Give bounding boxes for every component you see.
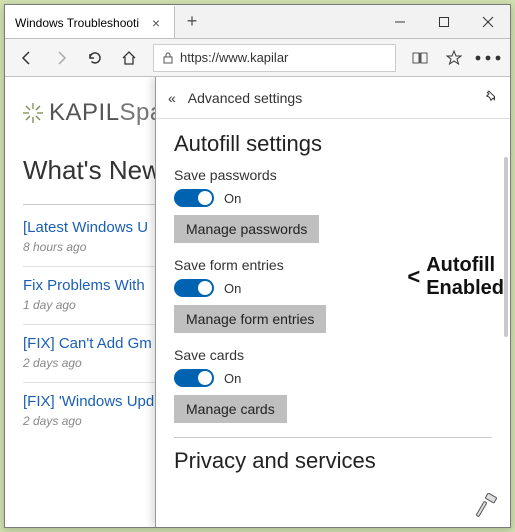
- minimize-button[interactable]: [378, 5, 422, 38]
- address-bar[interactable]: https://www.kapilar: [153, 44, 396, 72]
- tab-title: Windows Troubleshooti: [15, 16, 139, 30]
- setting-save-cards: Save cards On Manage cards: [174, 347, 492, 423]
- divider: [174, 437, 492, 438]
- annotation-label: < Autofill Enabled: [407, 254, 504, 300]
- section-heading: Privacy and services: [174, 448, 492, 474]
- maximize-button[interactable]: [422, 5, 466, 38]
- setting-save-passwords: Save passwords On Manage passwords: [174, 167, 492, 243]
- content-area: KAPILSpark What's New [Latest Windows U …: [5, 77, 510, 527]
- toggle-save-cards[interactable]: [174, 369, 214, 387]
- toggle-state: On: [224, 281, 241, 296]
- annotation-text: Autofill Enabled: [426, 254, 504, 300]
- setting-label: Save passwords: [174, 167, 492, 183]
- panel-title: Advanced settings: [188, 90, 302, 106]
- back-chevron-icon[interactable]: «: [168, 90, 176, 106]
- logo-icon: [23, 103, 43, 123]
- close-tab-icon[interactable]: ×: [148, 15, 164, 31]
- manage-cards-button[interactable]: Manage cards: [174, 395, 287, 423]
- settings-panel: « Advanced settings Autofill settings Sa…: [155, 77, 510, 527]
- home-button[interactable]: [113, 42, 145, 74]
- toggle-state: On: [224, 371, 241, 386]
- url-text: https://www.kapilar: [180, 50, 288, 65]
- close-window-button[interactable]: [466, 5, 510, 38]
- refresh-button[interactable]: [79, 42, 111, 74]
- toggle-save-passwords[interactable]: [174, 189, 214, 207]
- manage-passwords-button[interactable]: Manage passwords: [174, 215, 319, 243]
- arrow-left-icon: <: [407, 264, 420, 289]
- more-button[interactable]: [472, 42, 504, 74]
- title-bar: Windows Troubleshooti × +: [5, 5, 510, 39]
- pin-icon[interactable]: [484, 89, 498, 106]
- nav-bar: https://www.kapilar: [5, 39, 510, 77]
- forward-button[interactable]: [45, 42, 77, 74]
- back-button[interactable]: [11, 42, 43, 74]
- watermark-icon: [474, 493, 502, 521]
- toggle-save-form-entries[interactable]: [174, 279, 214, 297]
- browser-window: Windows Troubleshooti × + https:/: [4, 4, 511, 528]
- section-heading: Autofill settings: [174, 131, 492, 157]
- reading-view-button[interactable]: [404, 42, 436, 74]
- panel-header: « Advanced settings: [156, 77, 510, 119]
- panel-body: Autofill settings Save passwords On Mana…: [156, 119, 510, 496]
- scrollbar[interactable]: [504, 157, 508, 337]
- manage-form-entries-button[interactable]: Manage form entries: [174, 305, 326, 333]
- browser-tab[interactable]: Windows Troubleshooti ×: [5, 5, 175, 38]
- new-tab-button[interactable]: +: [175, 5, 209, 38]
- lock-icon: [162, 52, 174, 64]
- favorite-button[interactable]: [438, 42, 470, 74]
- toggle-state: On: [224, 191, 241, 206]
- setting-label: Save cards: [174, 347, 492, 363]
